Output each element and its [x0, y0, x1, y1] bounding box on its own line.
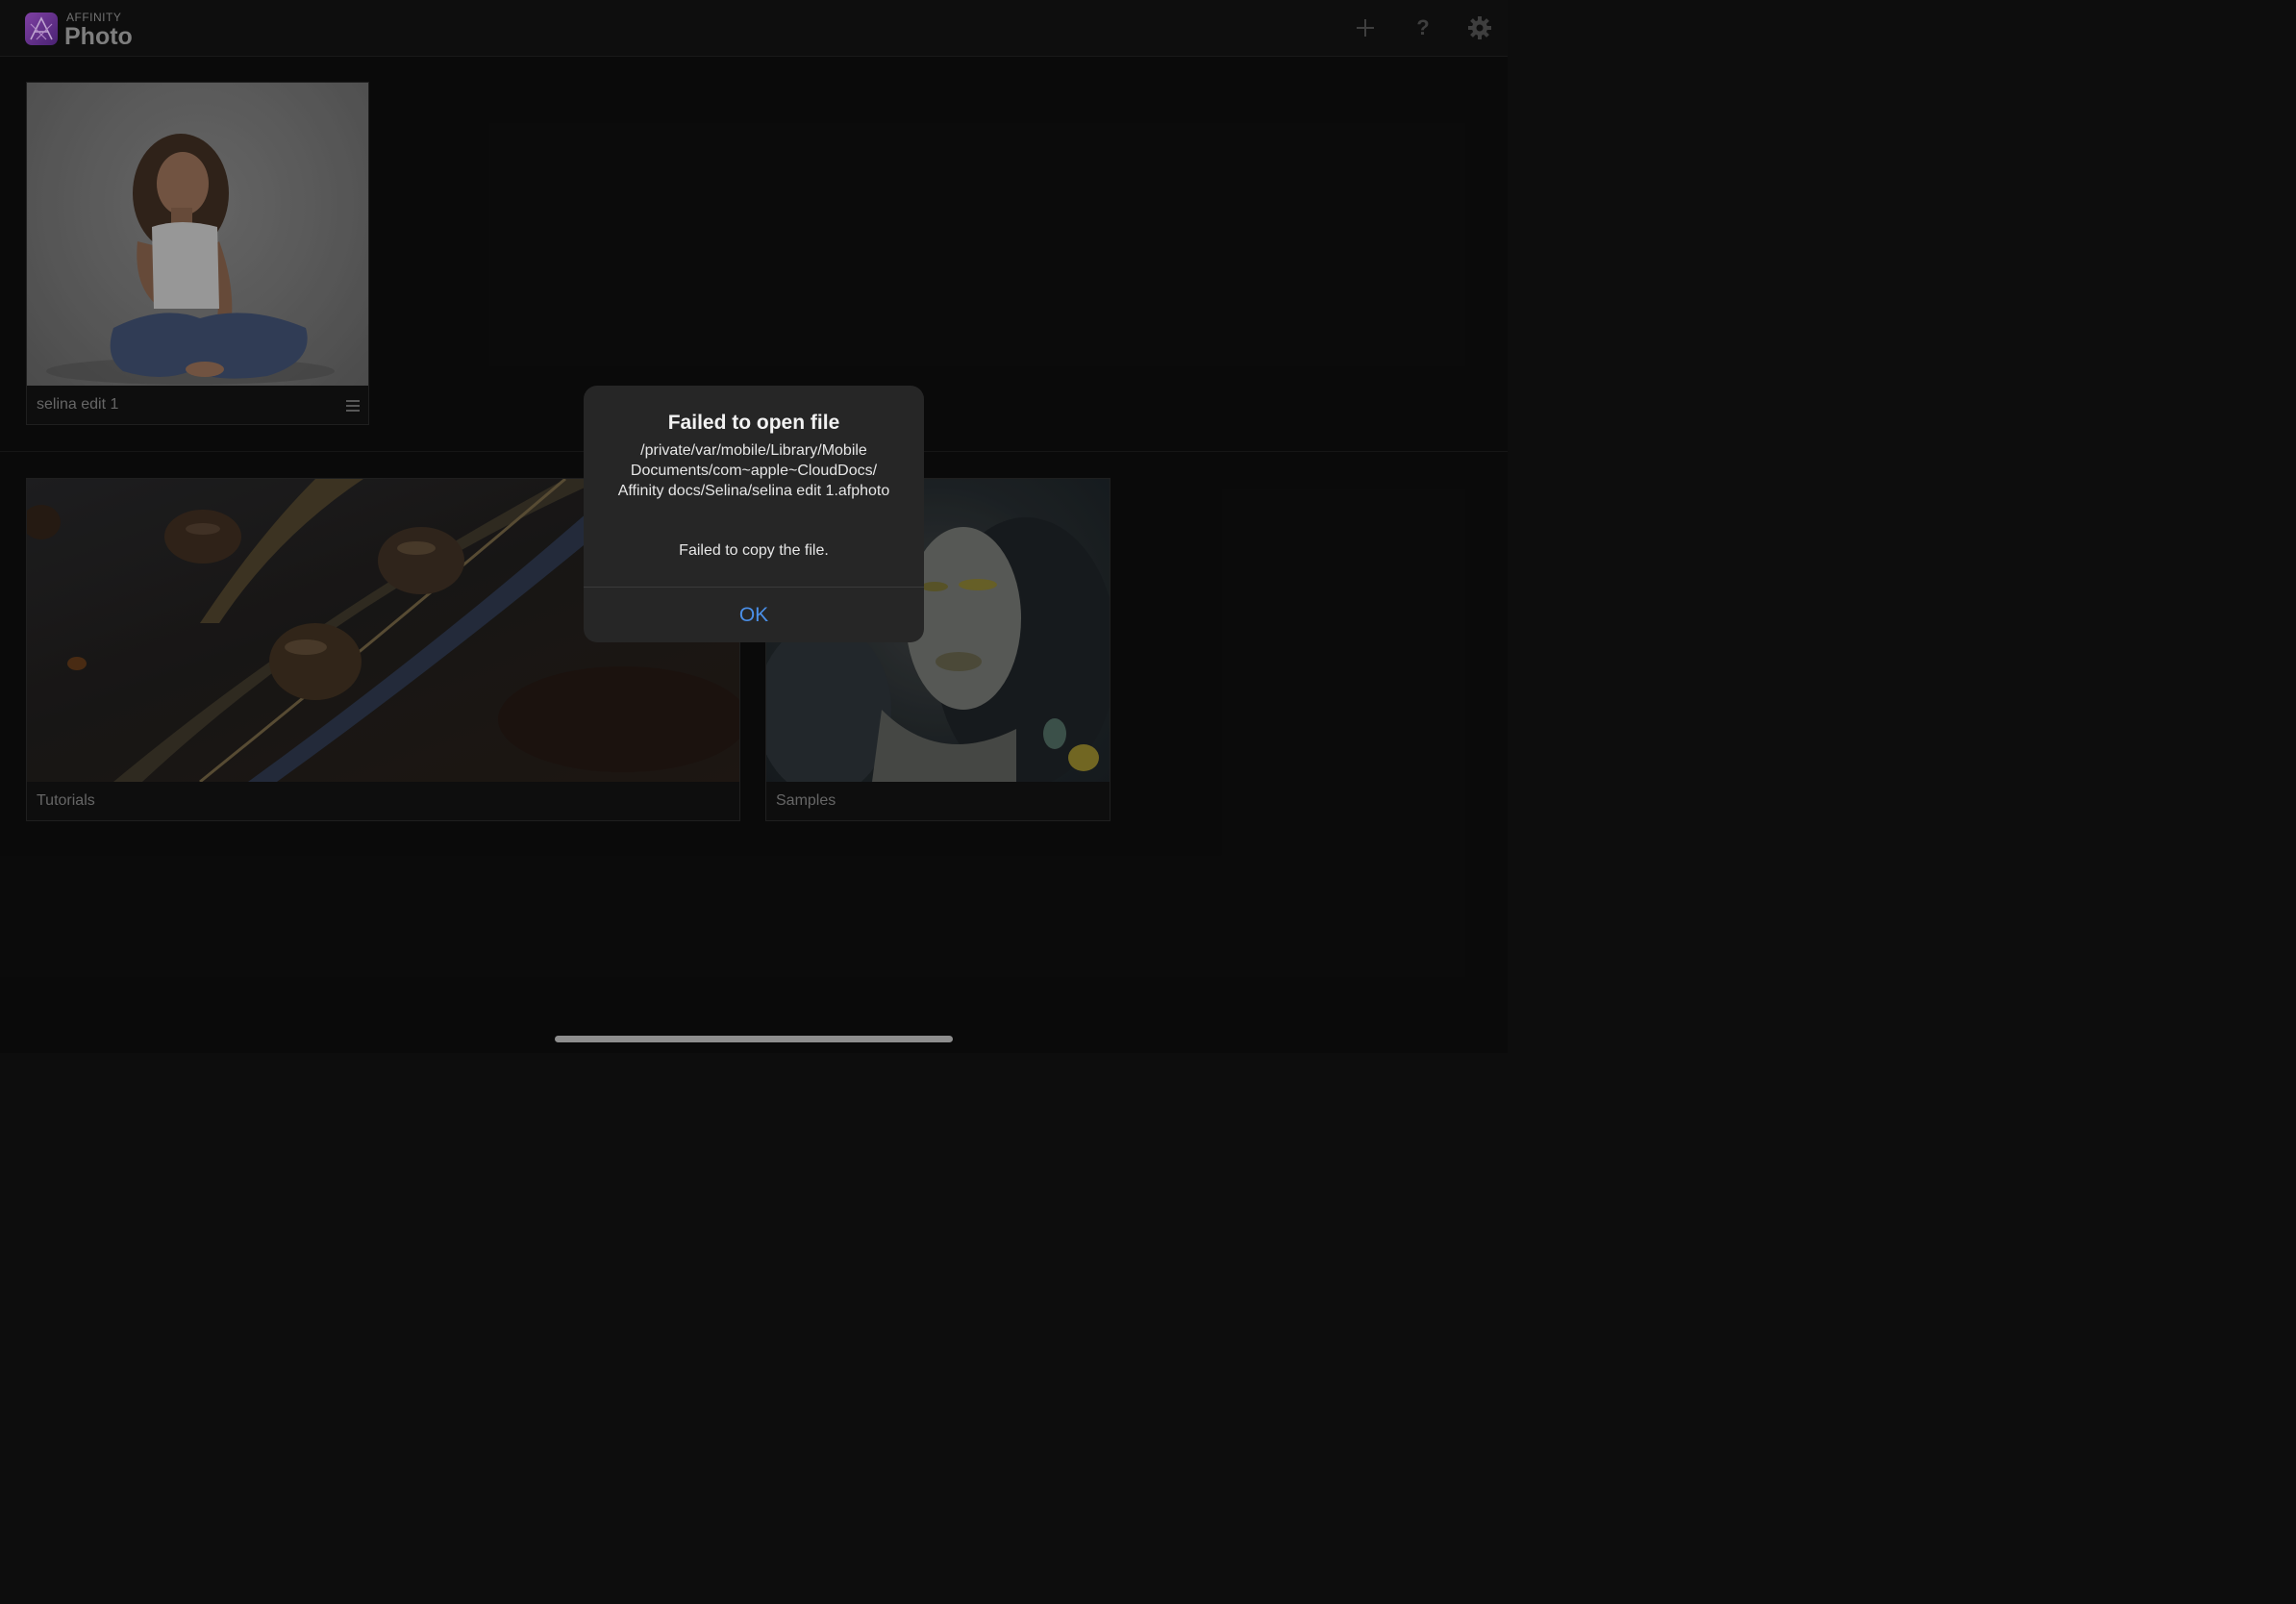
- dialog-file-path: /private/var/mobile/Library/Mobile Docum…: [617, 442, 890, 499]
- home-indicator[interactable]: [555, 1036, 953, 1042]
- dialog-title: Failed to open file: [667, 412, 840, 434]
- ok-button[interactable]: OK: [584, 588, 924, 642]
- error-dialog: Failed to open file /private/var/mobile/…: [584, 386, 924, 642]
- dialog-message: Failed to copy the file.: [679, 542, 829, 559]
